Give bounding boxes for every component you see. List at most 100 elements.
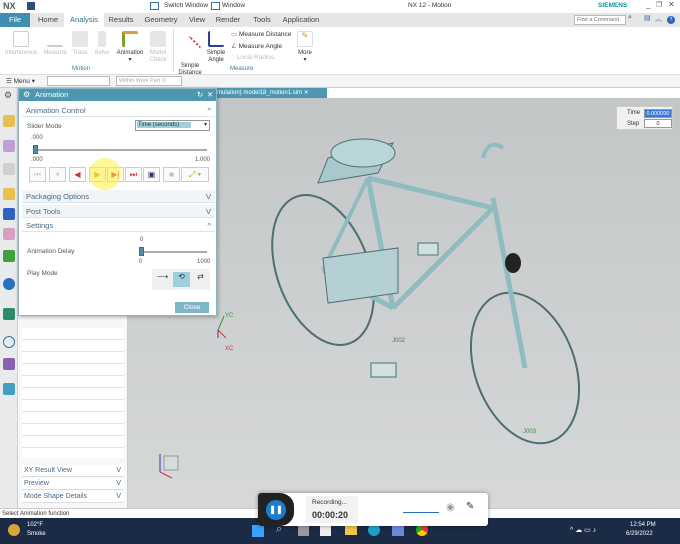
- ping-pong-button[interactable]: ⇄: [192, 272, 209, 287]
- simple-angle-icon: [208, 31, 224, 47]
- model-check-button[interactable]: Model Check: [147, 31, 169, 64]
- rewind-to-start-button[interactable]: ⏮: [29, 167, 46, 182]
- simple-angle-button[interactable]: Simple Angle: [205, 31, 227, 64]
- tab-geometry[interactable]: Geometry: [141, 13, 181, 27]
- tab-analysis[interactable]: Analysis: [64, 13, 104, 27]
- section-packaging-options[interactable]: Packaging Options V: [22, 190, 215, 203]
- pause-button[interactable]: ❚❚: [266, 500, 286, 520]
- trace-button[interactable]: Trace: [70, 31, 90, 57]
- section-mode-shape-details[interactable]: Mode Shape Details V: [22, 491, 124, 503]
- motion-navigator-icon[interactable]: [3, 115, 15, 127]
- dialog-header[interactable]: ⚙ Animation ↻ ✕: [19, 89, 216, 101]
- loop-button[interactable]: ⟲: [173, 272, 190, 287]
- slider-mode-dropdown[interactable]: Time (seconds) ▾: [135, 120, 210, 131]
- tab-render[interactable]: Render: [213, 13, 243, 27]
- solve-button[interactable]: Solve: [92, 31, 112, 57]
- measure-angle-button[interactable]: ∠ Measure Angle: [231, 42, 282, 50]
- system-scenes-icon[interactable]: [3, 383, 15, 395]
- group-divider: [173, 29, 174, 71]
- delay-slider-thumb[interactable]: [139, 247, 144, 256]
- chevron-down-icon: V: [205, 192, 211, 201]
- headlight: [505, 253, 521, 273]
- store-icon[interactable]: [320, 525, 331, 536]
- time-slider-thumb[interactable]: [33, 145, 38, 154]
- fast-forward-to-end-button[interactable]: ⏭: [125, 167, 142, 182]
- tab-tools[interactable]: Tools: [250, 13, 274, 27]
- restore-button[interactable]: ❐: [656, 1, 662, 9]
- local-radius-button[interactable]: ◌ Local Radius: [231, 54, 274, 61]
- export-animation-button[interactable]: ▣: [143, 167, 160, 182]
- title-bar: NX Switch Window Window NX 12 - Motion S…: [0, 0, 680, 13]
- tab-home[interactable]: Home: [34, 13, 62, 27]
- chevron-down-icon: V: [116, 480, 121, 487]
- find-command-input[interactable]: [574, 15, 626, 25]
- more-button[interactable]: ✎ More ▾: [295, 31, 315, 64]
- model-check-icon: [150, 31, 166, 47]
- assembly-navigator-icon[interactable]: [3, 163, 15, 175]
- type-filter-dropdown[interactable]: [47, 76, 110, 86]
- section-xy-result-view[interactable]: XY Result View V: [22, 465, 124, 477]
- reset-icon[interactable]: ↻: [197, 89, 203, 101]
- minimize-button[interactable]: _: [646, 0, 650, 9]
- pedal: [370, 362, 397, 378]
- measure-motion-button[interactable]: Measure: [42, 31, 68, 57]
- volume-slider[interactable]: [403, 512, 439, 513]
- section-preview[interactable]: Preview V: [22, 478, 124, 490]
- play-once-button[interactable]: ⟶: [154, 272, 171, 287]
- animation-icon: [122, 31, 138, 47]
- settings-gear-icon[interactable]: ⚙: [4, 90, 12, 101]
- process-studio-icon[interactable]: [3, 250, 15, 262]
- time-field[interactable]: 0.000000: [644, 109, 672, 118]
- joint-label: J002: [392, 338, 406, 344]
- webcam-icon[interactable]: ◉: [446, 502, 455, 513]
- interference-button[interactable]: Interference: [5, 31, 37, 57]
- tab-file[interactable]: File: [0, 13, 30, 27]
- simple-distance-button[interactable]: Simple Distance: [176, 31, 204, 77]
- start-icon[interactable]: [252, 525, 264, 537]
- ribbon: Interference Measure Trace Solve Animati…: [0, 27, 680, 77]
- file-explorer-icon[interactable]: [345, 525, 357, 535]
- animation-delay-slider[interactable]: [141, 251, 207, 253]
- tab-application[interactable]: Application: [280, 13, 322, 27]
- section-post-tools[interactable]: Post Tools V: [22, 205, 215, 218]
- animation-button[interactable]: Animation ▾: [114, 31, 146, 64]
- close-dialog-button[interactable]: Close: [175, 302, 209, 313]
- viewport-tab[interactable]: mulation) model18_motion1.sim ✕: [210, 88, 327, 98]
- simple-distance-icon: [178, 35, 202, 59]
- history-clock-icon[interactable]: [3, 336, 15, 348]
- pen-icon[interactable]: ✎: [466, 501, 474, 512]
- section-settings[interactable]: Settings ^: [22, 219, 215, 232]
- save-icon[interactable]: [27, 2, 35, 10]
- ribbon-tabs: File Home Analysis Results Geometry View…: [0, 13, 680, 27]
- info-icon[interactable]: [3, 278, 15, 290]
- switch-window-button[interactable]: Switch Window: [164, 2, 208, 9]
- constraint-navigator-icon[interactable]: [3, 188, 15, 200]
- snapshot-button[interactable]: ⤢ ▾: [181, 167, 209, 182]
- close-button[interactable]: ✕: [668, 0, 675, 9]
- step-field[interactable]: 0: [644, 119, 672, 128]
- reuse-library-icon[interactable]: [3, 208, 15, 220]
- step-back-button[interactable]: ⏴: [49, 167, 66, 182]
- section-animation-control[interactable]: Animation Control ^: [22, 104, 215, 117]
- history-icon[interactable]: [3, 228, 15, 240]
- part-navigator-icon[interactable]: [3, 140, 15, 152]
- system-tray-icons[interactable]: ^ ☁ ▭ ♪: [570, 526, 596, 534]
- menu-button[interactable]: ☰ Menu ▾: [6, 77, 35, 85]
- measure-distance-button[interactable]: ▭ Measure Distance: [231, 30, 291, 38]
- ribbon-options-icon[interactable]: ▤: [644, 14, 651, 22]
- tab-view[interactable]: View: [185, 13, 209, 27]
- web-browser-icon[interactable]: [3, 308, 15, 320]
- tab-close-icon[interactable]: ✕: [304, 90, 309, 96]
- play-backward-button[interactable]: ◀: [69, 167, 86, 182]
- collapse-ribbon-icon[interactable]: ︽: [655, 14, 662, 24]
- stop-button[interactable]: ■: [163, 167, 180, 182]
- window-menu[interactable]: Window: [222, 2, 245, 9]
- time-slider[interactable]: [35, 149, 207, 151]
- tab-results[interactable]: Results: [106, 13, 136, 27]
- scope-filter-dropdown[interactable]: Within Work Part O: [116, 76, 182, 86]
- roles-icon[interactable]: [3, 358, 15, 370]
- task-view-icon[interactable]: [298, 525, 309, 536]
- dialog-close-icon[interactable]: ✕: [207, 89, 213, 101]
- help-icon[interactable]: ?: [667, 16, 675, 24]
- search-icon[interactable]: ⌕: [628, 14, 632, 22]
